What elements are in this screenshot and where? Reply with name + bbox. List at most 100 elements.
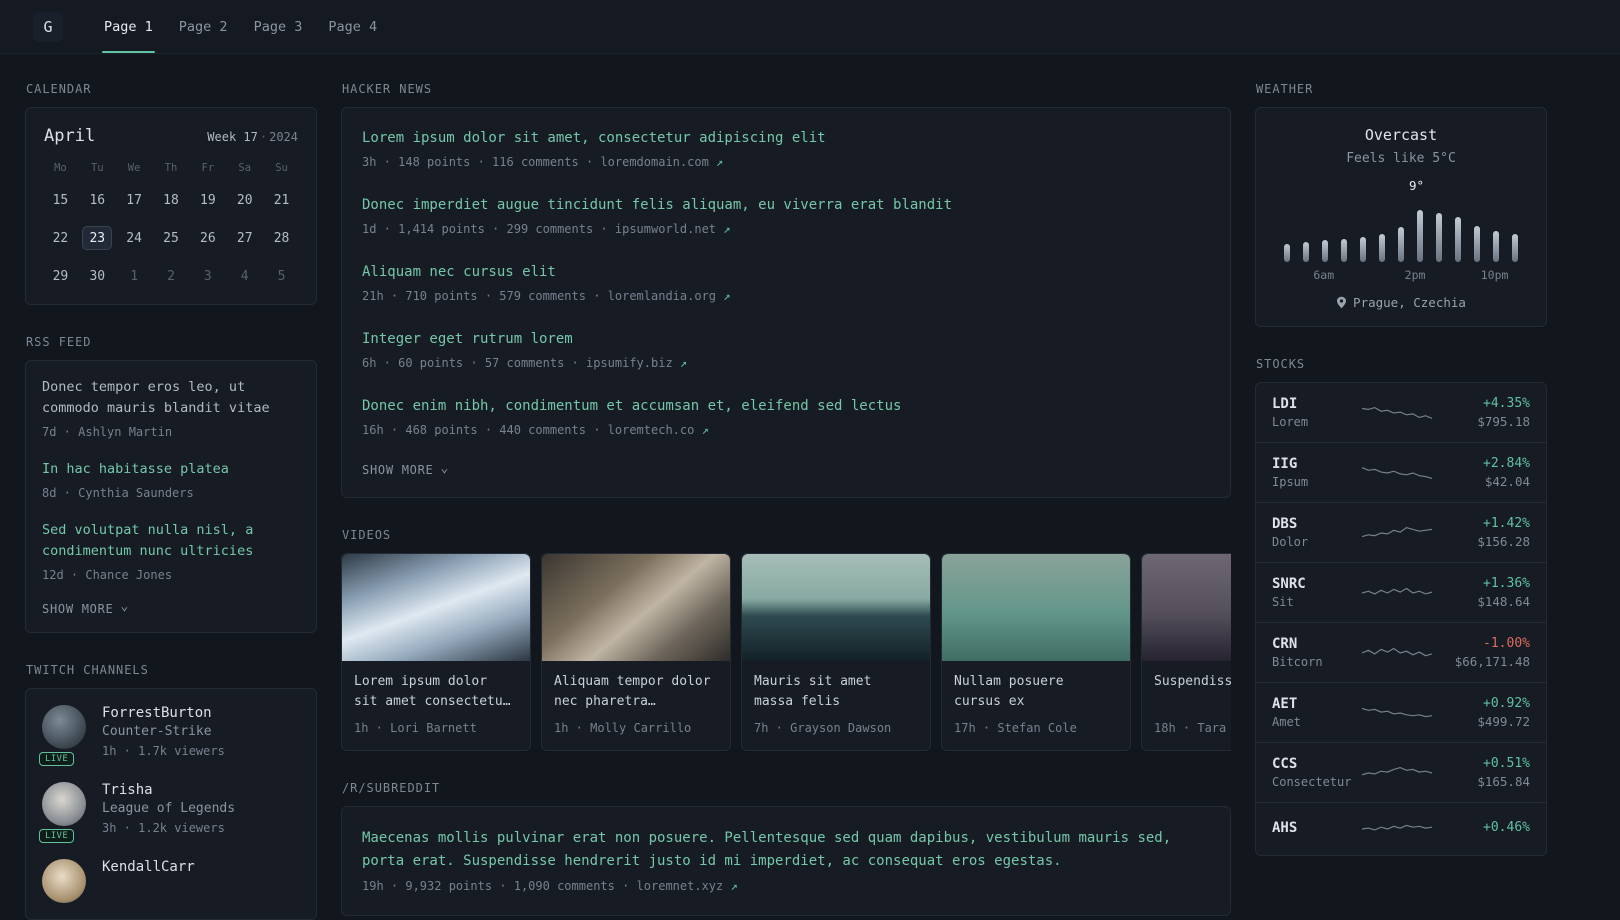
calendar-day: 29 — [52, 268, 69, 284]
hacker-news-widget: Lorem ipsum dolor sit amet, consectetur … — [341, 107, 1231, 498]
stocks-widget: LDI Lorem +4.35% $795.18 IIG Ipsum +2.84… — [1255, 382, 1547, 856]
twitch-channel-name[interactable]: Trisha — [102, 782, 235, 798]
weather-time-label: 10pm — [1480, 268, 1509, 282]
subreddit-section: /R/SUBREDDIT Maecenas mollis pulvinar er… — [341, 781, 1231, 917]
rss-section: RSS FEED Donec tempor eros leo, ut commo… — [25, 335, 317, 633]
video-title[interactable]: Nullam posuere cursus ex — [942, 661, 1130, 713]
weather-hour-bar — [1417, 210, 1423, 262]
video-title[interactable]: Aliquam tempor dolor nec pharetra… — [542, 661, 730, 713]
twitch-widget: LIVE ForrestBurton Counter-Strike 1h · 1… — [25, 687, 317, 920]
hn-item-title[interactable]: Aliquam nec cursus elit — [362, 262, 1210, 283]
stock-row[interactable]: AET Amet +0.92% $499.72 — [1256, 682, 1546, 742]
weather-hour-bar — [1493, 231, 1499, 262]
hn-item-domain-link[interactable]: loremtech.co ↗ — [608, 423, 709, 437]
hn-item-title[interactable]: Donec enim nibh, condimentum et accumsan… — [362, 396, 1210, 417]
subreddit-post-title[interactable]: Maecenas mollis pulvinar erat non posuer… — [362, 827, 1210, 873]
video-title[interactable]: Mauris sit amet massa felis — [742, 661, 930, 713]
avatar: LIVE — [39, 781, 88, 843]
stock-sparkline — [1362, 406, 1432, 419]
video-thumbnail[interactable] — [542, 554, 730, 661]
hn-item-stats: 3h · 148 points · 116 comments · — [362, 155, 594, 169]
twitch-channel-name[interactable]: KendallCarr — [102, 859, 195, 875]
rss-item-title[interactable]: In hac habitasse platea — [42, 459, 300, 480]
hn-item-domain-link[interactable]: ipsumworld.net ↗ — [615, 222, 731, 236]
video-thumbnail[interactable] — [742, 554, 930, 661]
stock-price: $795.18 — [1477, 414, 1530, 429]
video-title[interactable]: Lorem ipsum dolor sit amet consectetu… — [342, 661, 530, 713]
video-card: Aliquam tempor dolor nec pharetra… 1h · … — [541, 553, 731, 751]
calendar-day-header: Th — [164, 162, 178, 174]
external-link-icon: ↗ — [723, 289, 731, 303]
video-card: Nullam posuere cursus ex 17h · Stefan Co… — [941, 553, 1131, 751]
stocks-section: STOCKS LDI Lorem +4.35% $795.18 IIG Ipsu… — [1255, 357, 1547, 856]
hn-item-domain-link[interactable]: ipsumify.biz ↗ — [586, 356, 687, 370]
stock-symbol: AET — [1272, 696, 1298, 712]
calendar-day: 19 — [200, 192, 216, 208]
stock-row[interactable]: CRN Bitcorn -1.00% $66,171.48 — [1256, 622, 1546, 682]
external-link-icon: ↗ — [679, 356, 688, 370]
section-title-subreddit: /R/SUBREDDIT — [342, 781, 441, 795]
stock-row[interactable]: DBS Dolor +1.42% $156.28 — [1256, 502, 1546, 562]
tab-page-2[interactable]: Page 2 — [166, 0, 241, 53]
stock-change: +0.92% — [1483, 696, 1530, 711]
twitch-channel-list: LIVE ForrestBurton Counter-Strike 1h · 1… — [39, 704, 300, 903]
weather-hour-bar — [1512, 234, 1518, 262]
calendar-day: 27 — [236, 230, 253, 246]
hn-item-meta: 21h · 710 points · 579 comments · loreml… — [362, 287, 1210, 305]
stock-price: $148.64 — [1477, 594, 1530, 609]
stock-price: $66,171.48 — [1454, 654, 1530, 669]
hn-item-stats: 6h · 60 points · 57 comments · — [362, 356, 579, 370]
rss-item-title[interactable]: Donec tempor eros leo, ut commodo mauris… — [42, 377, 300, 419]
rss-item-meta: 12d · Chance Jones — [42, 567, 173, 582]
hn-item: Integer eget rutrum lorem 6h · 60 points… — [362, 329, 1210, 372]
twitch-channel: KendallCarr — [42, 858, 300, 903]
video-title[interactable]: Suspendisse diam — [1142, 661, 1231, 713]
hn-item-stats: 21h · 710 points · 579 comments · — [362, 289, 601, 303]
stock-change: +2.84% — [1483, 456, 1530, 471]
section-title-stocks: STOCKS — [1256, 357, 1306, 371]
tab-page-3[interactable]: Page 3 — [241, 0, 316, 53]
twitch-channel-category[interactable]: Counter-Strike — [102, 724, 225, 739]
hn-item-title[interactable]: Donec imperdiet augue tincidunt felis al… — [362, 195, 1210, 216]
stock-sparkline — [1362, 707, 1432, 717]
hn-item: Aliquam nec cursus elit 21h · 710 points… — [362, 262, 1210, 305]
stock-row[interactable]: CCS Consectetur +0.51% $165.84 — [1256, 742, 1546, 802]
stock-symbol: AHS — [1272, 819, 1298, 836]
stock-price: $42.04 — [1484, 474, 1530, 489]
stock-row[interactable]: IIG Ipsum +2.84% $42.04 — [1256, 442, 1546, 502]
hacker-news-section: HACKER NEWS Lorem ipsum dolor sit amet, … — [341, 82, 1231, 498]
rss-show-more-button[interactable]: SHOW MORE ⌄ — [42, 600, 300, 616]
hn-item-meta: 3h · 148 points · 116 comments · loremdo… — [362, 153, 1210, 171]
right-column: WEATHER Overcast Feels like 5°C 9° 6am 2… — [1255, 82, 1547, 856]
rss-item-title[interactable]: Sed volutpat nulla nisl, a condimentum n… — [42, 520, 300, 562]
stock-row[interactable]: AHS +0.46% — [1256, 802, 1546, 855]
video-meta: 1h · Lori Barnett — [354, 721, 477, 735]
hn-item-title[interactable]: Lorem ipsum dolor sit amet, consectetur … — [362, 128, 1210, 149]
video-thumbnail[interactable] — [1142, 554, 1231, 661]
video-thumbnail[interactable] — [342, 554, 530, 661]
tab-page-1[interactable]: Page 1 — [91, 0, 166, 53]
twitch-channel-meta: 1h · 1.7k viewers — [102, 743, 225, 758]
hn-show-more-button[interactable]: SHOW MORE ⌄ — [362, 462, 1210, 478]
twitch-channel-name[interactable]: ForrestBurton — [102, 705, 225, 721]
stock-sparkline — [1362, 766, 1432, 775]
twitch-channel: LIVE ForrestBurton Counter-Strike 1h · 1… — [39, 704, 300, 766]
video-thumbnail[interactable] — [942, 554, 1130, 661]
section-title-calendar: CALENDAR — [26, 82, 92, 96]
stock-symbol: CCS — [1272, 756, 1298, 772]
subreddit-post-list: Maecenas mollis pulvinar erat non posuer… — [362, 827, 1210, 895]
twitch-channel-category[interactable]: League of Legends — [102, 801, 235, 816]
weather-bars — [1284, 196, 1518, 262]
rss-item-meta: 7d · Ashlyn Martin — [42, 424, 173, 439]
hn-item-domain-link[interactable]: loremlandia.org ↗ — [608, 289, 731, 303]
weather-hourly-chart: 9° 6am 2pm 10pm — [1272, 178, 1530, 282]
hn-item-title[interactable]: Integer eget rutrum lorem — [362, 329, 1210, 350]
hn-item-domain-link[interactable]: loremdomain.com ↗ — [600, 155, 723, 169]
tab-page-4[interactable]: Page 4 — [315, 0, 390, 53]
external-link-icon: ↗ — [730, 879, 738, 894]
calendar-day: 22 — [52, 230, 69, 246]
subreddit-post-domain-link[interactable]: loremnet.xyz ↗ — [637, 879, 738, 893]
calendar-day: 24 — [126, 230, 142, 246]
stock-row[interactable]: SNRC Sit +1.36% $148.64 — [1256, 562, 1546, 622]
stock-row[interactable]: LDI Lorem +4.35% $795.18 — [1256, 383, 1546, 442]
